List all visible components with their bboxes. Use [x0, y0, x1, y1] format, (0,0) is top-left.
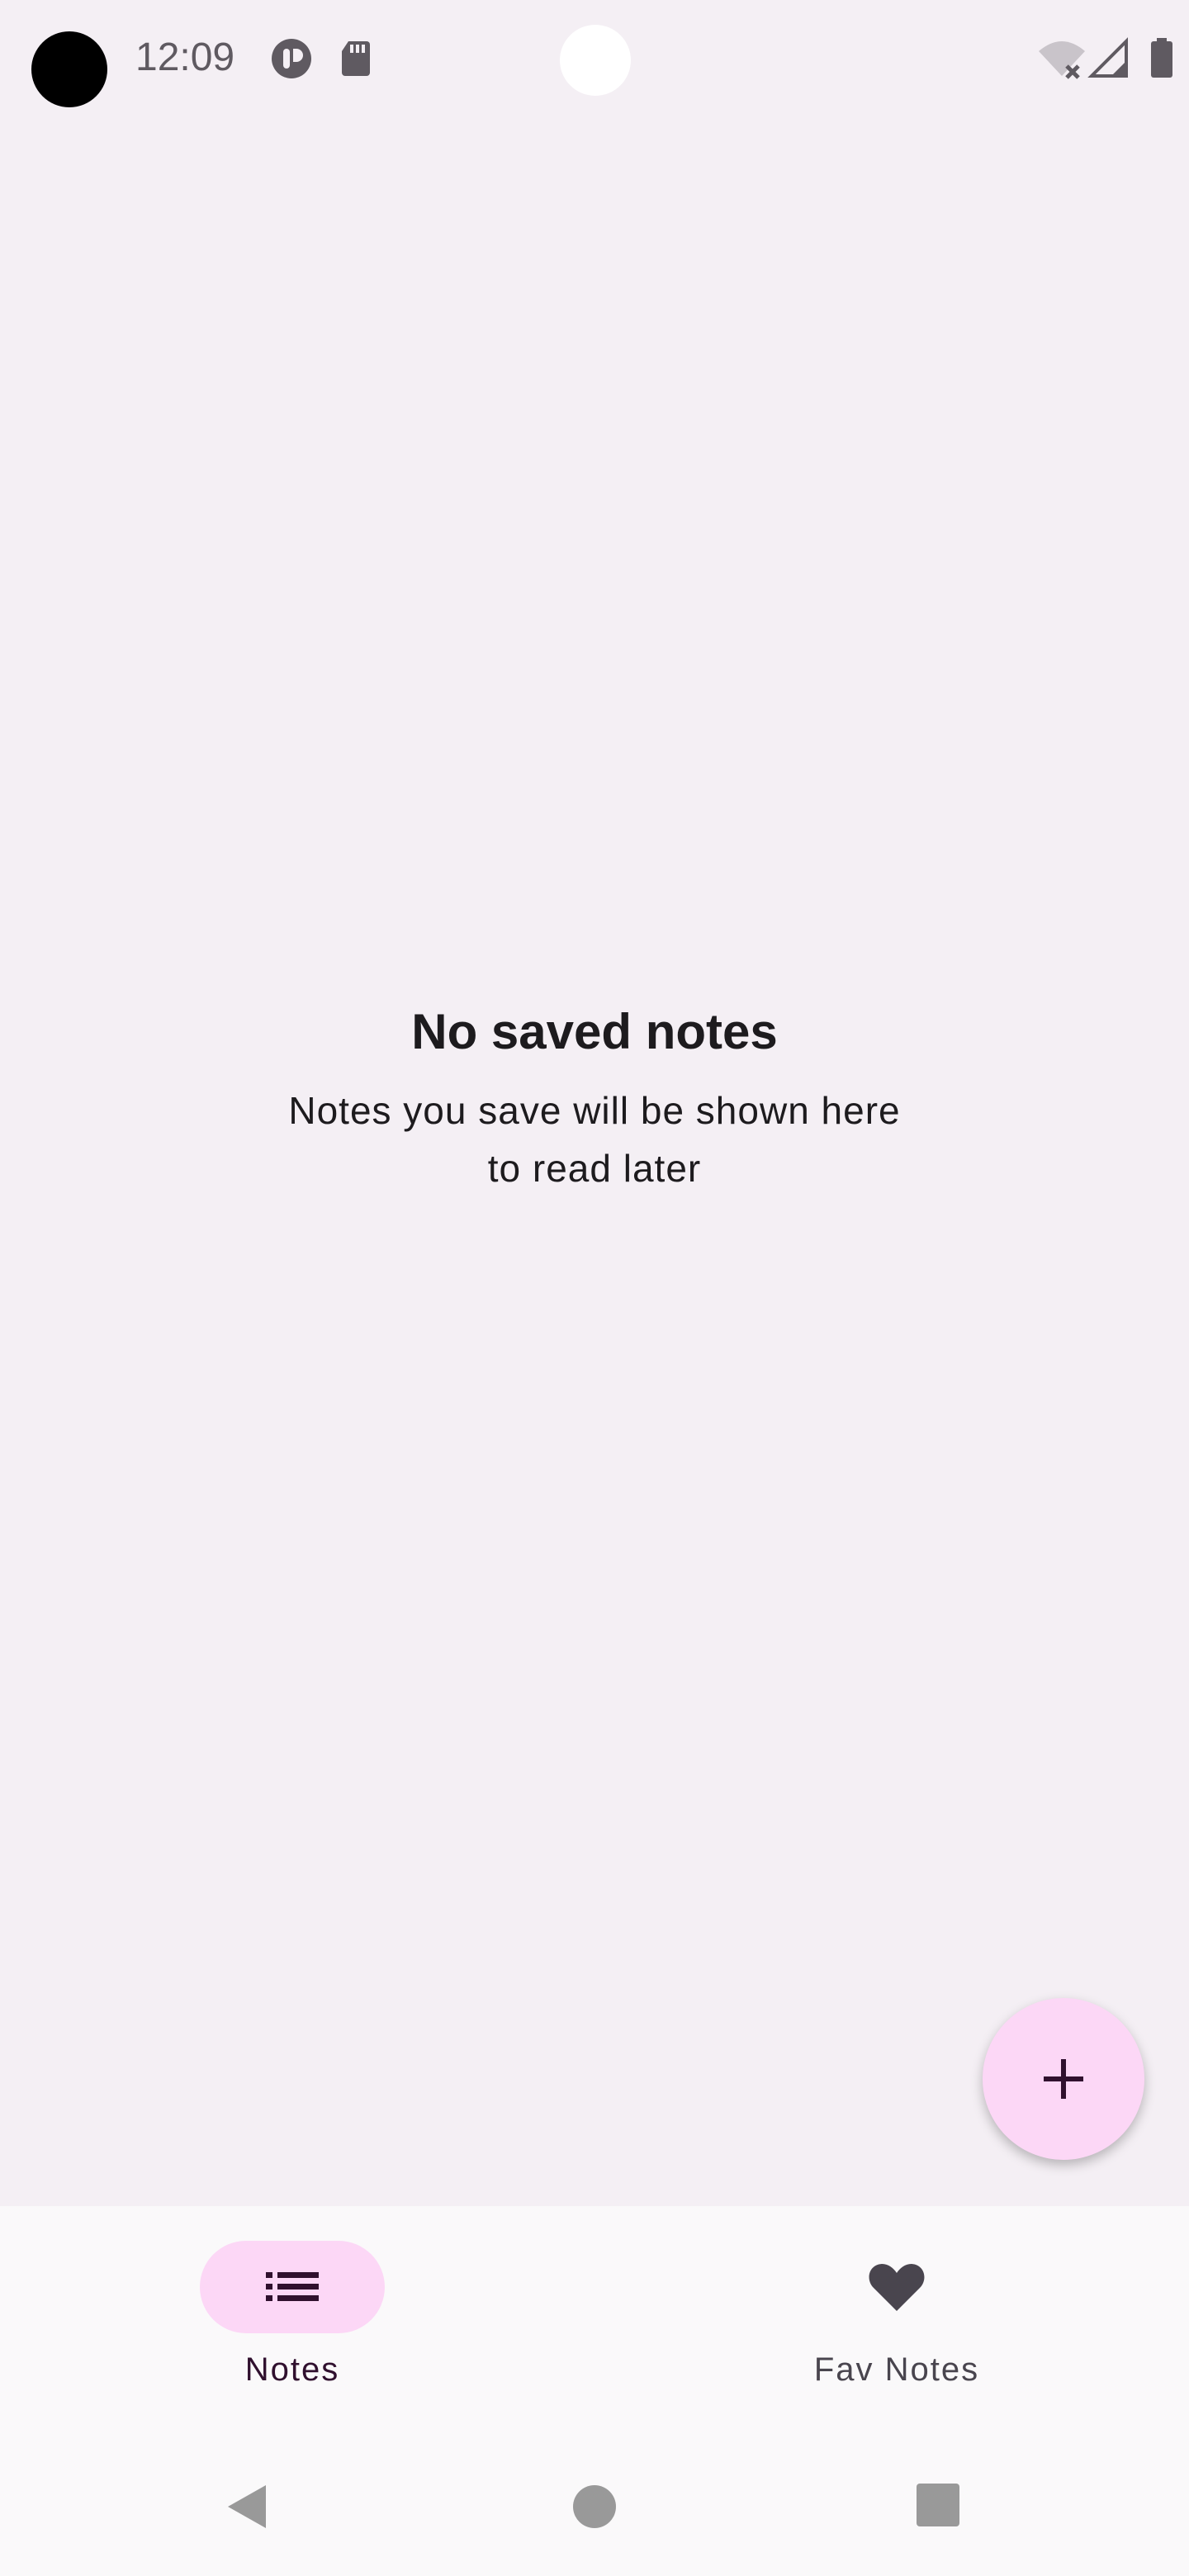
app-notification-icon	[272, 39, 311, 78]
status-time: 12:09	[135, 36, 235, 79]
nav-item-fav-notes[interactable]: Fav Notes	[748, 2206, 1045, 2429]
list-icon	[266, 2272, 319, 2301]
nav-label-fav-notes: Fav Notes	[813, 2351, 980, 2388]
add-icon	[1044, 2059, 1083, 2099]
back-icon[interactable]	[223, 2482, 272, 2531]
camera-dot-icon	[31, 31, 107, 107]
nav-indicator	[804, 2241, 989, 2333]
bottom-navigation: Notes Fav Notes	[0, 2206, 1189, 2429]
wifi-off-icon	[1039, 41, 1085, 79]
sd-card-icon	[342, 41, 370, 76]
cell-signal-icon	[1087, 37, 1128, 78]
home-icon[interactable]	[571, 2484, 618, 2530]
status-bar: 12:09	[0, 0, 1189, 124]
empty-state: No saved notes Notes you save will be sh…	[0, 999, 1189, 1197]
nav-label-notes: Notes	[244, 2351, 340, 2388]
recents-icon[interactable]	[915, 2482, 961, 2528]
front-camera	[560, 25, 631, 96]
nav-item-notes[interactable]: Notes	[144, 2206, 441, 2429]
add-note-button[interactable]	[983, 1998, 1144, 2160]
empty-state-message-line2: to read later	[487, 1147, 702, 1190]
heart-icon	[869, 2264, 925, 2311]
system-navigation-bar	[0, 2429, 1189, 2576]
empty-state-message-line1: Notes you save will be shown here	[288, 1089, 901, 1132]
empty-state-title: No saved notes	[411, 1004, 778, 1059]
notes-screen: 12:09 No saved notes Notes you save will…	[0, 0, 1189, 2576]
nav-indicator	[200, 2241, 385, 2333]
empty-state-message: Notes you save will be shown here to rea…	[223, 1082, 966, 1197]
battery-icon	[1151, 38, 1172, 78]
